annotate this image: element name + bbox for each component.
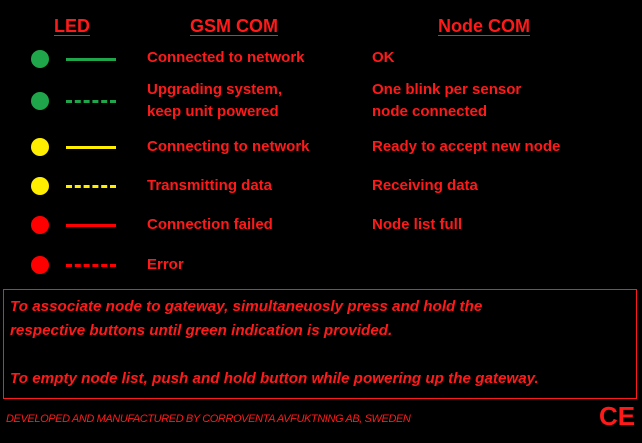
dashed-line-indicator [66, 264, 116, 267]
green-led-icon [31, 50, 49, 68]
gsm-status-line: keep unit powered [147, 103, 279, 120]
solid-line-indicator [66, 224, 116, 227]
dashed-line-indicator [66, 100, 116, 103]
led-legend-panel: LED GSM COM Node COM Connected to networ… [0, 0, 642, 443]
led-header: LED [54, 16, 90, 36]
node-com-header: Node COM [438, 16, 530, 36]
gsm-status: Connecting to network [147, 138, 310, 155]
green-led-icon [31, 92, 49, 110]
gsm-status: Connection failed [147, 216, 273, 233]
gsm-status-line: Upgrading system, [147, 81, 283, 98]
node-status-line: node connected [372, 103, 488, 120]
yellow-led-icon [31, 138, 49, 156]
red-led-icon [31, 216, 49, 234]
instruction-line: To empty node list, push and hold button… [10, 370, 539, 387]
ce-mark-logo: CE [599, 401, 636, 431]
dashed-line-indicator [66, 185, 116, 188]
solid-line-indicator [66, 146, 116, 149]
node-status: Receiving data [372, 177, 478, 194]
red-led-icon [31, 256, 49, 274]
gsm-status: Connected to network [147, 49, 305, 66]
gsm-status: Transmitting data [147, 177, 273, 194]
node-status-line: One blink per sensor [372, 81, 522, 98]
yellow-led-icon [31, 177, 49, 195]
solid-line-indicator [66, 58, 116, 61]
node-status: Ready to accept new node [372, 138, 561, 155]
gsm-status: Upgrading system, keep unit powered [147, 79, 282, 123]
gsm-com-header: GSM COM [190, 16, 278, 36]
gsm-status: Error [147, 256, 184, 273]
instruction-line: respective buttons until green indicatio… [10, 322, 393, 339]
instruction-line: To associate node to gateway, simultaneu… [10, 298, 483, 315]
node-status: One blink per sensor node connected [372, 79, 521, 123]
node-status: OK [372, 49, 395, 66]
node-status: Node list full [372, 216, 462, 233]
manufacturer-footer: DEVELOPED AND MANUFACTURED BY CORROVENTA… [6, 413, 411, 425]
instructions-box: To associate node to gateway, simultaneu… [3, 289, 637, 399]
